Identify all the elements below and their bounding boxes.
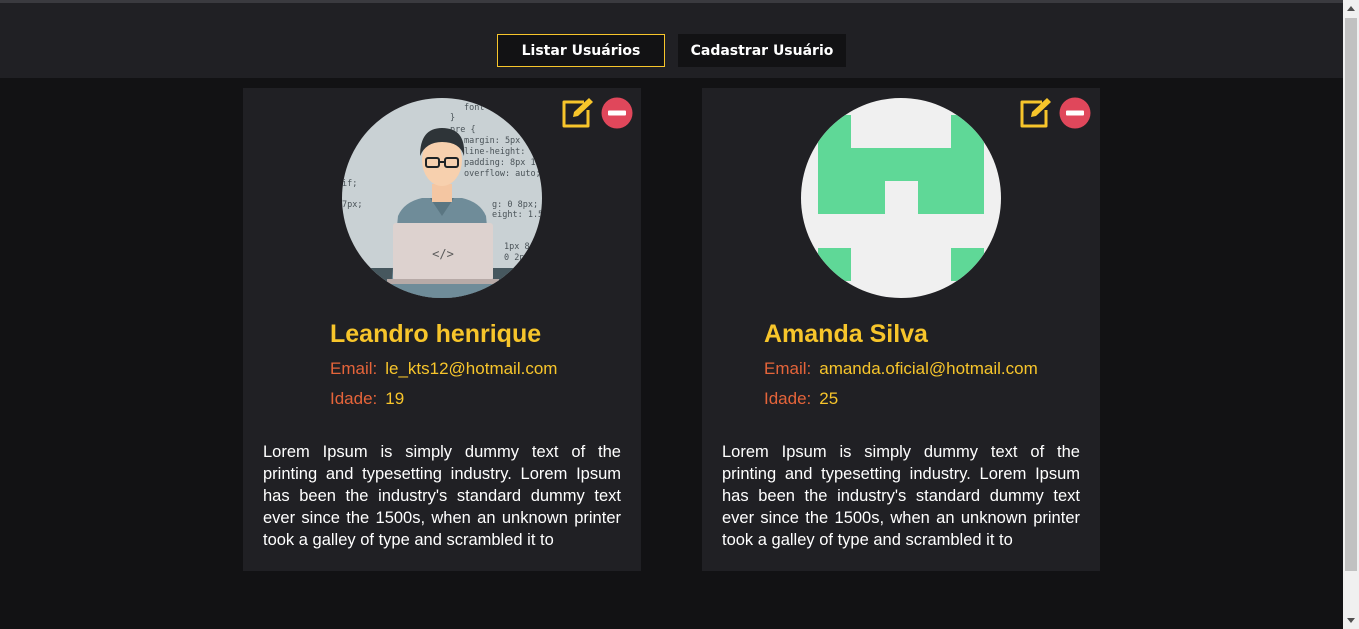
svg-text:font: font: [464, 103, 484, 113]
age-label: Idade:: [764, 389, 812, 408]
user-card: font } pre { margin: 5px line-height: 1.…: [243, 88, 641, 571]
svg-text:}: }: [450, 113, 455, 123]
chevron-up-icon[interactable]: [1343, 0, 1359, 17]
tab-cadastrar-usuario[interactable]: Cadastrar Usuário: [678, 34, 846, 67]
avatar: [801, 98, 1001, 298]
tab-listar-usuarios[interactable]: Listar Usuários: [497, 34, 665, 67]
email-label: Email:: [330, 359, 378, 378]
svg-text:padding: 8px 1: padding: 8px 1: [464, 158, 536, 168]
svg-text:if;: if;: [342, 179, 357, 189]
email-row: Email: le_kts12@hotmail.com: [330, 359, 557, 379]
scrollbar-thumb[interactable]: [1345, 18, 1357, 571]
svg-text:line-height: 1.: line-height: 1.: [464, 147, 541, 157]
age-value: 19: [385, 389, 405, 408]
email-value: amanda.oficial@hotmail.com: [819, 359, 1038, 378]
svg-text:eight: 1.5;: eight: 1.5;: [492, 210, 542, 220]
edit-icon[interactable]: [560, 96, 594, 130]
remove-icon[interactable]: [1059, 97, 1091, 129]
chevron-down-icon[interactable]: [1343, 612, 1359, 629]
email-label: Email:: [764, 359, 812, 378]
remove-icon[interactable]: [601, 97, 633, 129]
age-label: Idade:: [330, 389, 378, 408]
edit-icon[interactable]: [1018, 96, 1052, 130]
svg-text:7px;: 7px;: [342, 200, 362, 210]
user-card: Amanda Silva Email: amanda.oficial@hotmai…: [702, 88, 1100, 571]
user-name: Leandro henrique: [330, 320, 542, 348]
svg-text:</>: </>: [432, 247, 454, 261]
user-name: Amanda Silva: [764, 320, 928, 348]
developer-avatar-illustration: font } pre { margin: 5px line-height: 1.…: [342, 98, 542, 298]
email-row: Email: amanda.oficial@hotmail.com: [764, 359, 1038, 379]
email-value: le_kts12@hotmail.com: [385, 359, 558, 378]
vertical-scrollbar[interactable]: [1343, 0, 1359, 629]
age-row: Idade: 19: [330, 389, 404, 409]
svg-text:0 2p: 0 2p: [504, 253, 524, 263]
user-description: Lorem Ipsum is simply dummy text of the …: [722, 443, 1080, 549]
age-row: Idade: 25: [764, 389, 838, 409]
svg-text:g: 0 8px;: g: 0 8px;: [492, 200, 538, 210]
identicon-avatar: [801, 98, 1001, 298]
svg-text:margin: 5px: margin: 5px: [464, 136, 520, 146]
age-value: 25: [819, 389, 839, 408]
svg-text:1px 8: 1px 8: [504, 242, 530, 252]
avatar: font } pre { margin: 5px line-height: 1.…: [342, 98, 542, 298]
user-description: Lorem Ipsum is simply dummy text of the …: [263, 443, 621, 549]
svg-text:overflow: auto;: overflow: auto;: [464, 169, 541, 179]
top-nav-bar: Listar Usuários Cadastrar Usuário: [0, 3, 1343, 78]
